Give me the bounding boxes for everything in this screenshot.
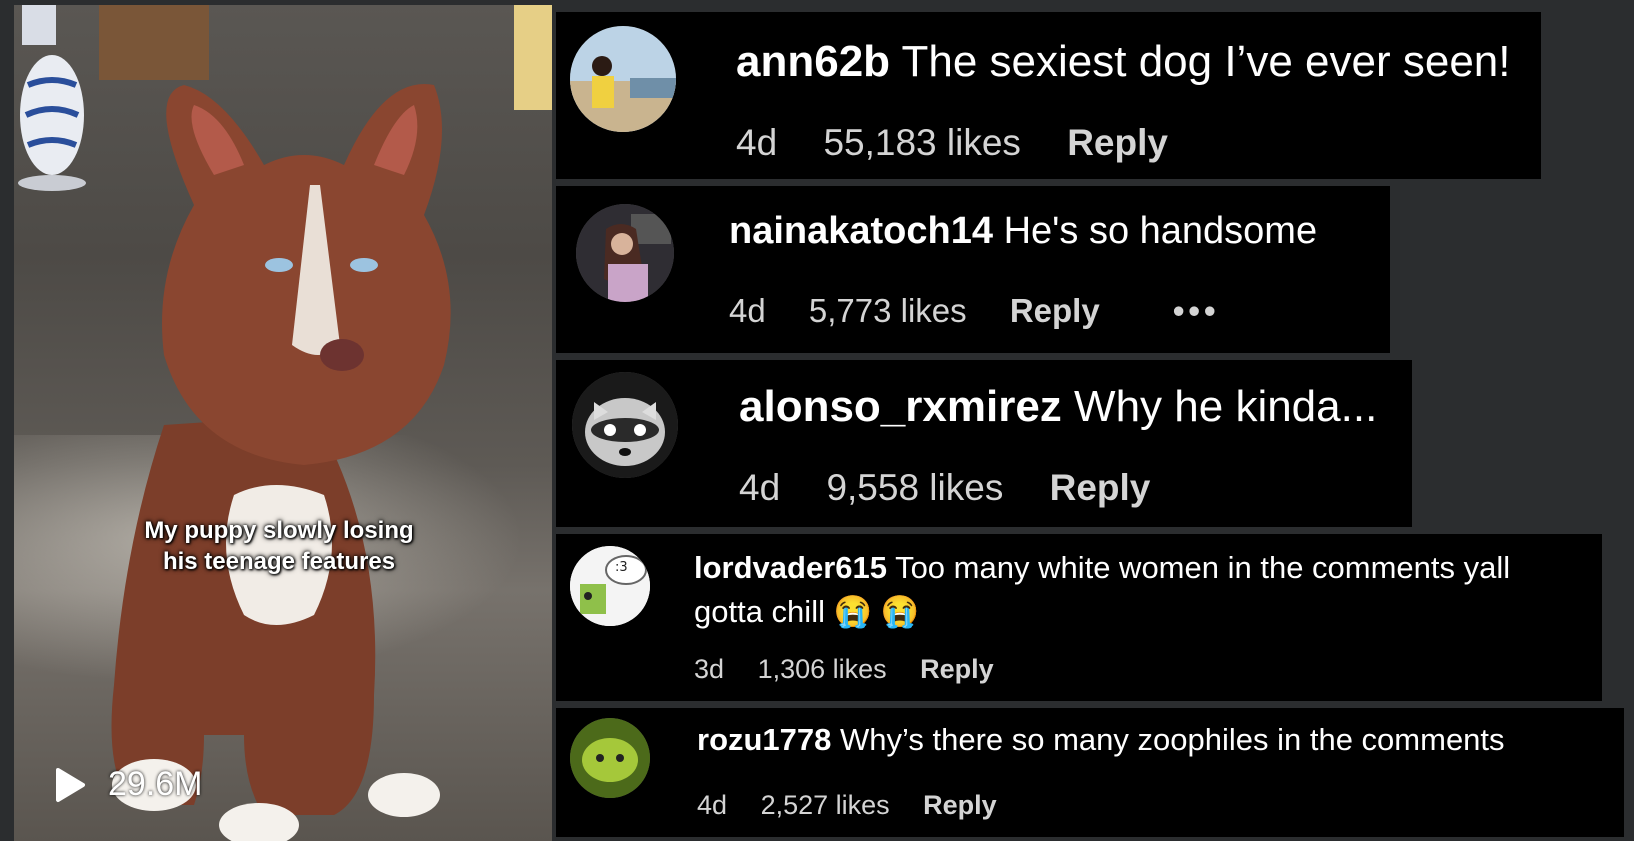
reply-button[interactable]: Reply xyxy=(920,654,994,685)
avatar[interactable] xyxy=(570,26,676,132)
comment-likes[interactable]: 1,306 likes xyxy=(758,654,887,685)
avatar-image xyxy=(576,204,674,302)
comment-age: 4d xyxy=(739,467,781,508)
comment-username[interactable]: lordvader615 xyxy=(694,550,887,585)
reply-button[interactable]: Reply xyxy=(923,790,997,821)
comment-text: nainakatoch14 He's so handsome xyxy=(729,210,1317,253)
comment-card: alonso_rxmirez Why he kinda... 4d 9,558 … xyxy=(556,360,1412,527)
more-options-icon[interactable]: ••• xyxy=(1173,292,1220,330)
comment-username[interactable]: rozu1778 xyxy=(697,722,831,757)
comment-meta: 4d 2,527 likes Reply xyxy=(697,790,997,821)
reply-button[interactable]: Reply xyxy=(1067,122,1168,164)
comment-meta: 4d 9,558 likes Reply xyxy=(739,467,1150,509)
comment-username[interactable]: ann62b xyxy=(736,37,890,86)
comment-meta: 4d 5,773 likes Reply ••• xyxy=(729,292,1220,330)
view-count: 29.6M xyxy=(54,765,203,804)
comment-age: 4d xyxy=(736,122,778,163)
comment-username[interactable]: alonso_rxmirez xyxy=(739,382,1062,431)
comment-likes[interactable]: 9,558 likes xyxy=(826,467,1003,509)
comment-age: 3d xyxy=(694,654,725,684)
play-icon xyxy=(56,767,85,802)
avatar[interactable] xyxy=(572,372,678,478)
avatar-image xyxy=(570,718,650,798)
comment-likes[interactable]: 55,183 likes xyxy=(823,122,1020,164)
avatar-image xyxy=(570,546,650,626)
reply-button[interactable]: Reply xyxy=(1050,467,1151,509)
comment-card: ann62b The sexiest dog I’ve ever seen! 4… xyxy=(556,12,1541,179)
comment-age: 4d xyxy=(697,790,728,820)
comment-body: Too many white women in the comments yal… xyxy=(895,550,1511,585)
comment-body: Why’s there so many zoophiles in the com… xyxy=(840,722,1505,757)
comment-age: 4d xyxy=(729,292,766,329)
comment-text: alonso_rxmirez Why he kinda... xyxy=(739,382,1377,432)
avatar[interactable]: :3 xyxy=(570,546,650,626)
comment-text: ann62b The sexiest dog I’ve ever seen! xyxy=(736,37,1510,87)
comment-likes[interactable]: 2,527 likes xyxy=(761,790,890,821)
caption-line-2: his teenage features xyxy=(162,548,396,575)
wall-post-background xyxy=(514,5,552,110)
avatar-image xyxy=(570,26,676,132)
puppy-image xyxy=(111,84,451,841)
comment-card: nainakatoch14 He's so handsome 4d 5,773 … xyxy=(556,186,1390,353)
comment-card: :3 lordvader615 Too many white women in … xyxy=(556,534,1602,701)
avatar[interactable] xyxy=(576,204,674,302)
comment-likes[interactable]: 5,773 likes xyxy=(809,292,967,330)
caption-line-1: My puppy slowly losing xyxy=(144,517,414,544)
comment-card: rozu1778 Why’s there so many zoophiles i… xyxy=(556,708,1624,837)
comment-body: He's so handsome xyxy=(1003,210,1318,252)
view-count-label: 29.6M xyxy=(108,765,203,803)
avatar-image xyxy=(572,372,678,478)
comment-meta: 4d 55,183 likes Reply xyxy=(736,122,1168,164)
comment-body: Why he kinda... xyxy=(1074,382,1378,431)
comment-body-line-2: gotta chill 😭 😭 xyxy=(694,594,920,629)
comment-username[interactable]: nainakatoch14 xyxy=(729,210,993,252)
avatar-speech-bubble-text: :3 xyxy=(615,560,628,575)
video-thumbnail[interactable]: My puppy slowly losing his teenage featu… xyxy=(14,5,552,841)
comment-body: The sexiest dog I’ve ever seen! xyxy=(901,37,1511,86)
reply-button[interactable]: Reply xyxy=(1010,292,1100,330)
comment-text: rozu1778 Why’s there so many zoophiles i… xyxy=(697,722,1505,758)
comment-text: lordvader615 Too many white women in the… xyxy=(694,546,1510,634)
avatar[interactable] xyxy=(570,718,650,798)
video-caption: My puppy slowly losing his teenage featu… xyxy=(109,515,449,577)
comment-meta: 3d 1,306 likes Reply xyxy=(694,654,994,685)
